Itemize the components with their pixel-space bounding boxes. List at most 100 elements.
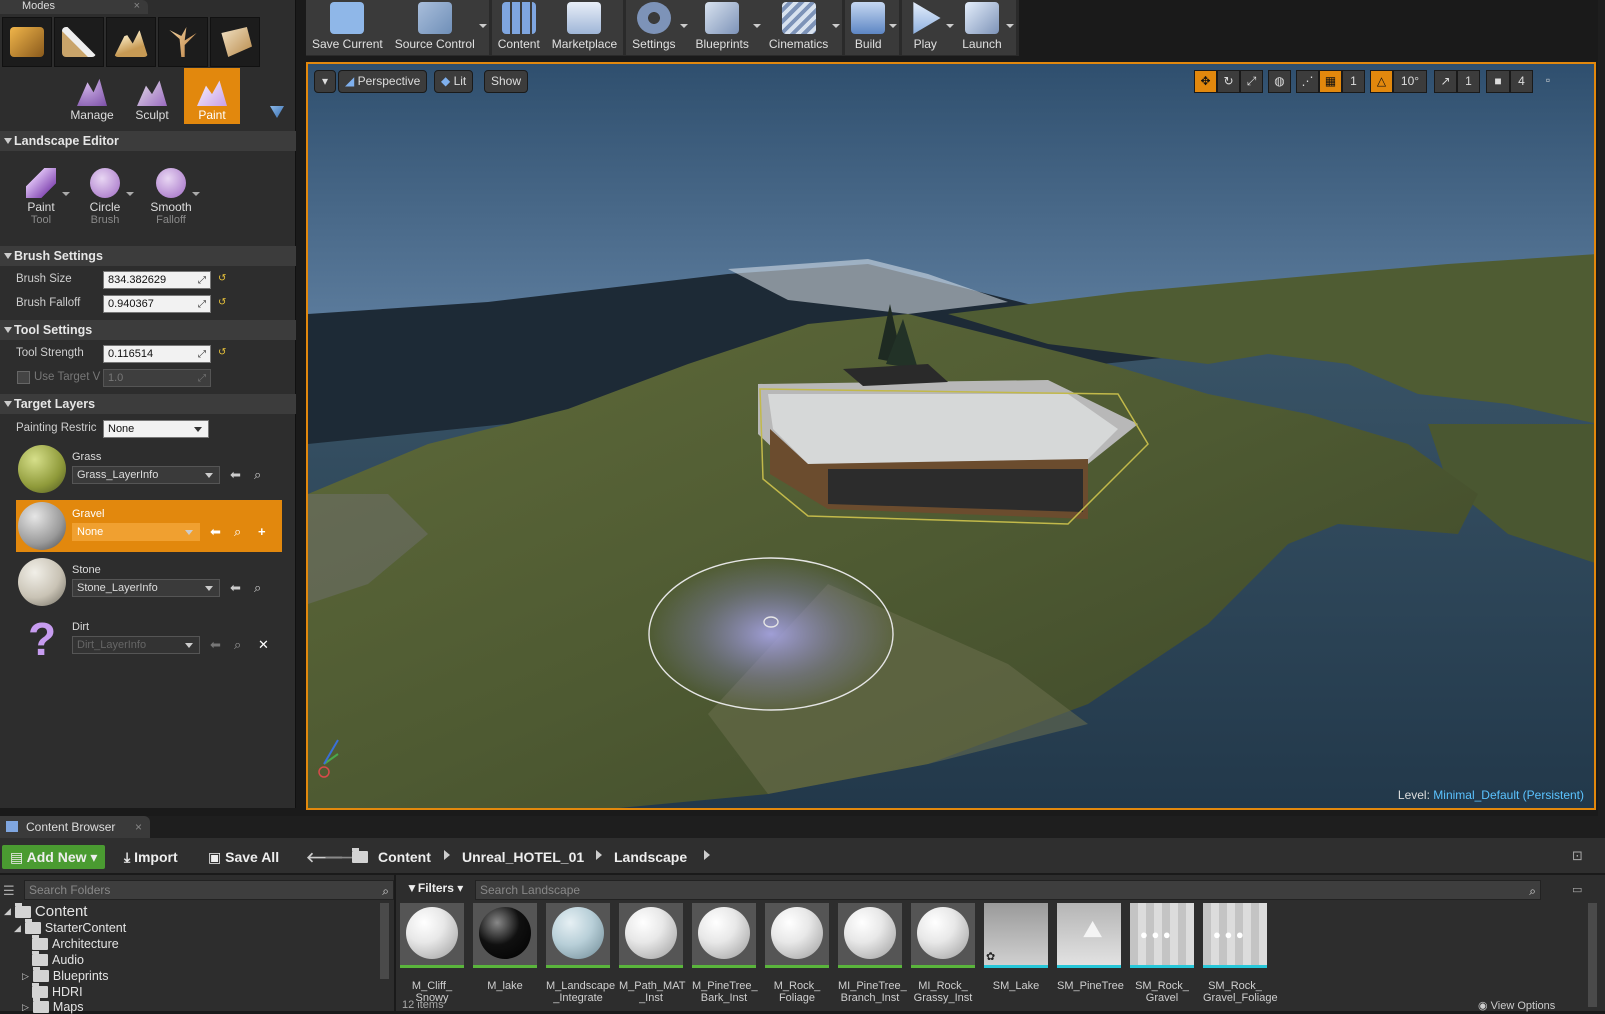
camera-speed-value[interactable]: 4 — [1510, 70, 1533, 93]
layer-info-select[interactable]: Stone_LayerInfo — [72, 579, 220, 597]
surface-snap-icon[interactable]: ⋰ — [1296, 70, 1319, 93]
layer-row-grass[interactable]: Grass Grass_LayerInfo ⬅ ⌕ — [16, 443, 282, 495]
asset-tile[interactable]: M_PineTree_ Bark_Inst — [692, 903, 758, 1004]
maximize-viewport-icon[interactable]: ▫ — [1540, 70, 1556, 93]
rotate-mode-icon[interactable]: ↻ — [1217, 70, 1240, 93]
show-button[interactable]: Show — [484, 70, 529, 93]
asset-tile[interactable]: M_Landscape _Integrate — [546, 903, 615, 1004]
painting-restriction-select[interactable]: None — [103, 420, 209, 438]
geometry-mode-button[interactable] — [210, 17, 260, 67]
panel-scrollbar[interactable] — [1598, 0, 1605, 816]
asset-tile[interactable]: ⯅ SM_PineTree — [1057, 903, 1124, 992]
viewport-scene[interactable] — [308, 64, 1596, 810]
browse-search-icon[interactable]: ⌕ — [254, 467, 261, 483]
lock-icon[interactable]: ⊡ — [1572, 848, 1583, 864]
tree-item-architecture[interactable]: Architecture — [32, 935, 119, 951]
tree-item-hdri[interactable]: HDRI — [32, 983, 83, 999]
marketplace-button[interactable]: Marketplace — [546, 0, 623, 55]
breadcrumb-separator-icon[interactable] — [444, 850, 450, 860]
save-all-button[interactable]: ▣ Save All — [202, 845, 285, 869]
paint-mode-button[interactable] — [54, 17, 104, 67]
view-options-button[interactable]: ◉ View Options — [1478, 999, 1555, 1012]
content-button[interactable]: Content — [492, 0, 546, 55]
scale-snap-value[interactable]: 1 — [1457, 70, 1480, 93]
delete-layer-icon[interactable]: ✕ — [258, 637, 269, 653]
asset-tile[interactable]: ● ● ● SM_Rock_ Gravel — [1130, 903, 1194, 1004]
asset-tile[interactable]: M_Rock_ Foliage — [765, 903, 829, 1004]
use-selected-arrow-icon[interactable]: ⬅ — [210, 637, 221, 653]
asset-tile[interactable]: M_lake — [473, 903, 537, 992]
use-selected-arrow-icon[interactable]: ⬅ — [230, 467, 241, 483]
asset-tile[interactable]: ✿ SM_Lake — [984, 903, 1048, 992]
grid-snap-value[interactable]: 1 — [1342, 70, 1365, 93]
settings-button[interactable]: Settings — [626, 0, 689, 55]
reset-icon[interactable]: ↺ — [218, 273, 226, 284]
scale-snap-icon[interactable]: ↗ — [1434, 70, 1457, 93]
landscape-toggle-icon[interactable] — [270, 106, 284, 118]
layer-info-select[interactable]: Grass_LayerInfo — [72, 466, 220, 484]
cinematics-button[interactable]: Cinematics — [763, 0, 842, 55]
tool-settings-header[interactable]: Tool Settings — [0, 320, 296, 340]
brush-size-field[interactable]: 834.382629 ⤢ — [103, 271, 211, 289]
search-folders-input[interactable]: Search Folders ⌕ — [24, 880, 394, 900]
lit-button[interactable]: ◆ Lit — [434, 70, 474, 93]
close-icon[interactable]: × — [135, 816, 142, 838]
tree-item-blueprints[interactable]: ▷ Blueprints — [22, 967, 109, 983]
use-selected-arrow-icon[interactable]: ⬅ — [210, 524, 221, 540]
build-button[interactable]: Build — [845, 0, 899, 55]
layer-row-dirt[interactable]: ? Dirt Dirt_LayerInfo ⬅ ⌕ ✕ — [16, 613, 282, 665]
launch-button[interactable]: Launch — [956, 0, 1015, 55]
tree-item-audio[interactable]: Audio — [32, 951, 84, 967]
save-current-button[interactable]: Save Current — [306, 0, 389, 55]
tree-item-maps[interactable]: ▷ Maps — [22, 998, 84, 1014]
asset-tile[interactable]: ● ● ● SM_Rock_ Gravel_Foliage — [1203, 903, 1278, 1004]
paint-sub-mode-button[interactable]: Paint — [184, 68, 240, 124]
asset-tile[interactable]: M_Path_MAT _Inst — [619, 903, 685, 1004]
translate-mode-icon[interactable]: ✥ — [1194, 70, 1217, 93]
browse-search-icon[interactable]: ⌕ — [234, 524, 241, 540]
add-layer-info-icon[interactable]: + — [258, 524, 266, 539]
landscape-mode-button[interactable] — [106, 17, 156, 67]
filters-button[interactable]: ▼Filters ▾ — [406, 881, 463, 895]
breadcrumb-unreal-hotel[interactable]: Unreal_HOTEL_01 — [462, 845, 584, 869]
browse-search-icon[interactable]: ⌕ — [234, 637, 241, 653]
tree-item-content[interactable]: ◢ Content — [4, 902, 87, 920]
sculpt-mode-button[interactable]: Sculpt — [124, 68, 180, 124]
breadcrumb-content[interactable]: Content — [378, 845, 431, 869]
play-button[interactable]: Play — [902, 0, 956, 55]
modes-tab[interactable]: Modes × — [0, 0, 148, 14]
perspective-button[interactable]: ◢ Perspective — [338, 70, 428, 93]
level-viewport[interactable]: ▾ ◢ Perspective ◆ Lit Show ✥ ↻ ⤢ ◍ ⋰ ▦ 1… — [306, 62, 1596, 810]
layer-row-gravel[interactable]: Gravel None ⬅ ⌕ + — [16, 500, 282, 552]
place-mode-button[interactable] — [2, 17, 52, 67]
blueprints-button[interactable]: Blueprints — [690, 0, 763, 55]
smooth-falloff-button[interactable]: Smooth Falloff — [142, 168, 200, 226]
browse-search-icon[interactable]: ⌕ — [254, 580, 261, 596]
source-control-button[interactable]: Source Control — [389, 0, 489, 55]
layer-info-select[interactable]: Dirt_LayerInfo — [72, 636, 200, 654]
reset-icon[interactable]: ↺ — [218, 347, 226, 358]
layer-info-select[interactable]: None — [72, 523, 200, 541]
layer-row-stone[interactable]: Stone Stone_LayerInfo ⬅ ⌕ — [16, 556, 282, 608]
rotation-snap-icon[interactable]: △ — [1370, 70, 1393, 93]
close-icon[interactable]: × — [134, 0, 140, 12]
use-selected-arrow-icon[interactable]: ⬅ — [230, 580, 241, 596]
folder-tree-scrollbar[interactable] — [380, 903, 389, 979]
content-browser-tab[interactable]: Content Browser × — [0, 816, 150, 838]
import-button[interactable]: ⤓ Import — [118, 845, 184, 869]
sources-toggle-icon[interactable]: ☰ — [3, 883, 15, 899]
rotation-snap-value[interactable]: 10° — [1393, 70, 1427, 93]
grid-snap-icon[interactable]: ▦ — [1319, 70, 1342, 93]
asset-tile[interactable]: MI_PineTree_ Branch_Inst — [838, 903, 907, 1004]
asset-tile[interactable]: M_Cliff_ Snowy — [400, 903, 464, 1004]
reset-icon[interactable]: ↺ — [218, 297, 226, 308]
search-assets-input[interactable]: Search Landscape ⌕ — [475, 880, 1541, 900]
landscape-editor-header[interactable]: Landscape Editor — [0, 131, 296, 151]
viewport-options-button[interactable]: ▾ — [314, 70, 336, 93]
breadcrumb-separator-icon[interactable] — [596, 850, 602, 860]
tree-item-starter-content[interactable]: ◢ StarterContent — [14, 919, 126, 935]
save-search-icon[interactable]: ▭ — [1572, 883, 1582, 896]
tool-strength-field[interactable]: 0.116514 ⤢ — [103, 345, 211, 363]
use-target-checkbox[interactable] — [17, 371, 30, 384]
scale-mode-icon[interactable]: ⤢ — [1240, 70, 1263, 93]
